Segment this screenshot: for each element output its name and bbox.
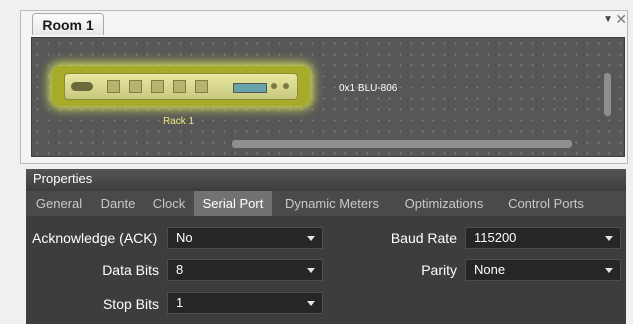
tab-general[interactable]: General bbox=[26, 191, 92, 216]
parity-label: Parity bbox=[421, 262, 457, 278]
tab-room-1[interactable]: Room 1 bbox=[32, 13, 104, 35]
dropdown-arrow-icon bbox=[307, 268, 315, 273]
baud-rate-select[interactable]: 115200 bbox=[465, 227, 621, 249]
baud-rate-value: 115200 bbox=[474, 230, 517, 245]
device-label: 0x1 BLU-806 bbox=[339, 83, 398, 94]
device-slot bbox=[129, 80, 142, 93]
horizontal-scrollbar[interactable] bbox=[232, 140, 572, 148]
device-led bbox=[271, 83, 277, 89]
device-slot bbox=[173, 80, 186, 93]
stop-bits-select[interactable]: 1 bbox=[167, 292, 323, 314]
tab-control-ports[interactable]: Control Ports bbox=[496, 191, 596, 216]
ack-value: No bbox=[176, 230, 193, 245]
parity-value: None bbox=[474, 262, 506, 277]
data-bits-select[interactable]: 8 bbox=[167, 259, 323, 281]
data-bits-label: Data Bits bbox=[102, 262, 159, 278]
stop-bits-value: 1 bbox=[176, 295, 184, 310]
data-bits-value: 8 bbox=[176, 262, 184, 277]
properties-title: Properties bbox=[26, 169, 626, 188]
tab-dynamic-meters[interactable]: Dynamic Meters bbox=[272, 191, 392, 216]
device-knob bbox=[71, 82, 93, 91]
device-slot bbox=[195, 80, 208, 93]
device-led bbox=[283, 83, 289, 89]
tab-dante[interactable]: Dante bbox=[92, 191, 144, 216]
device-blu-806[interactable] bbox=[64, 73, 298, 100]
tab-serial-port[interactable]: Serial Port bbox=[194, 191, 272, 216]
vertical-scrollbar[interactable] bbox=[604, 73, 611, 116]
rack-label: Rack 1 bbox=[163, 116, 195, 127]
stop-bits-label: Stop Bits bbox=[102, 296, 159, 312]
device-display bbox=[233, 83, 267, 93]
baud-rate-label: Baud Rate bbox=[390, 230, 457, 246]
properties-tabs: General Dante Clock Serial Port Dynamic … bbox=[26, 191, 626, 216]
parity-select[interactable]: None bbox=[465, 259, 621, 281]
dropdown-arrow-icon bbox=[307, 301, 315, 306]
properties-panel: Properties General Dante Clock Serial Po… bbox=[26, 169, 626, 324]
ack-select[interactable]: No bbox=[167, 227, 323, 249]
close-icon[interactable]: ✕ bbox=[615, 11, 627, 28]
dropdown-arrow-icon bbox=[307, 236, 315, 241]
device-slot bbox=[151, 80, 164, 93]
chevron-down-icon[interactable]: ▼ bbox=[603, 14, 613, 25]
tab-clock[interactable]: Clock bbox=[144, 191, 194, 216]
ack-label: Acknowledge (ACK) bbox=[32, 230, 158, 246]
device-slot bbox=[107, 80, 120, 93]
dropdown-arrow-icon bbox=[605, 236, 613, 241]
tab-optimizations[interactable]: Optimizations bbox=[392, 191, 496, 216]
dropdown-arrow-icon bbox=[605, 268, 613, 273]
